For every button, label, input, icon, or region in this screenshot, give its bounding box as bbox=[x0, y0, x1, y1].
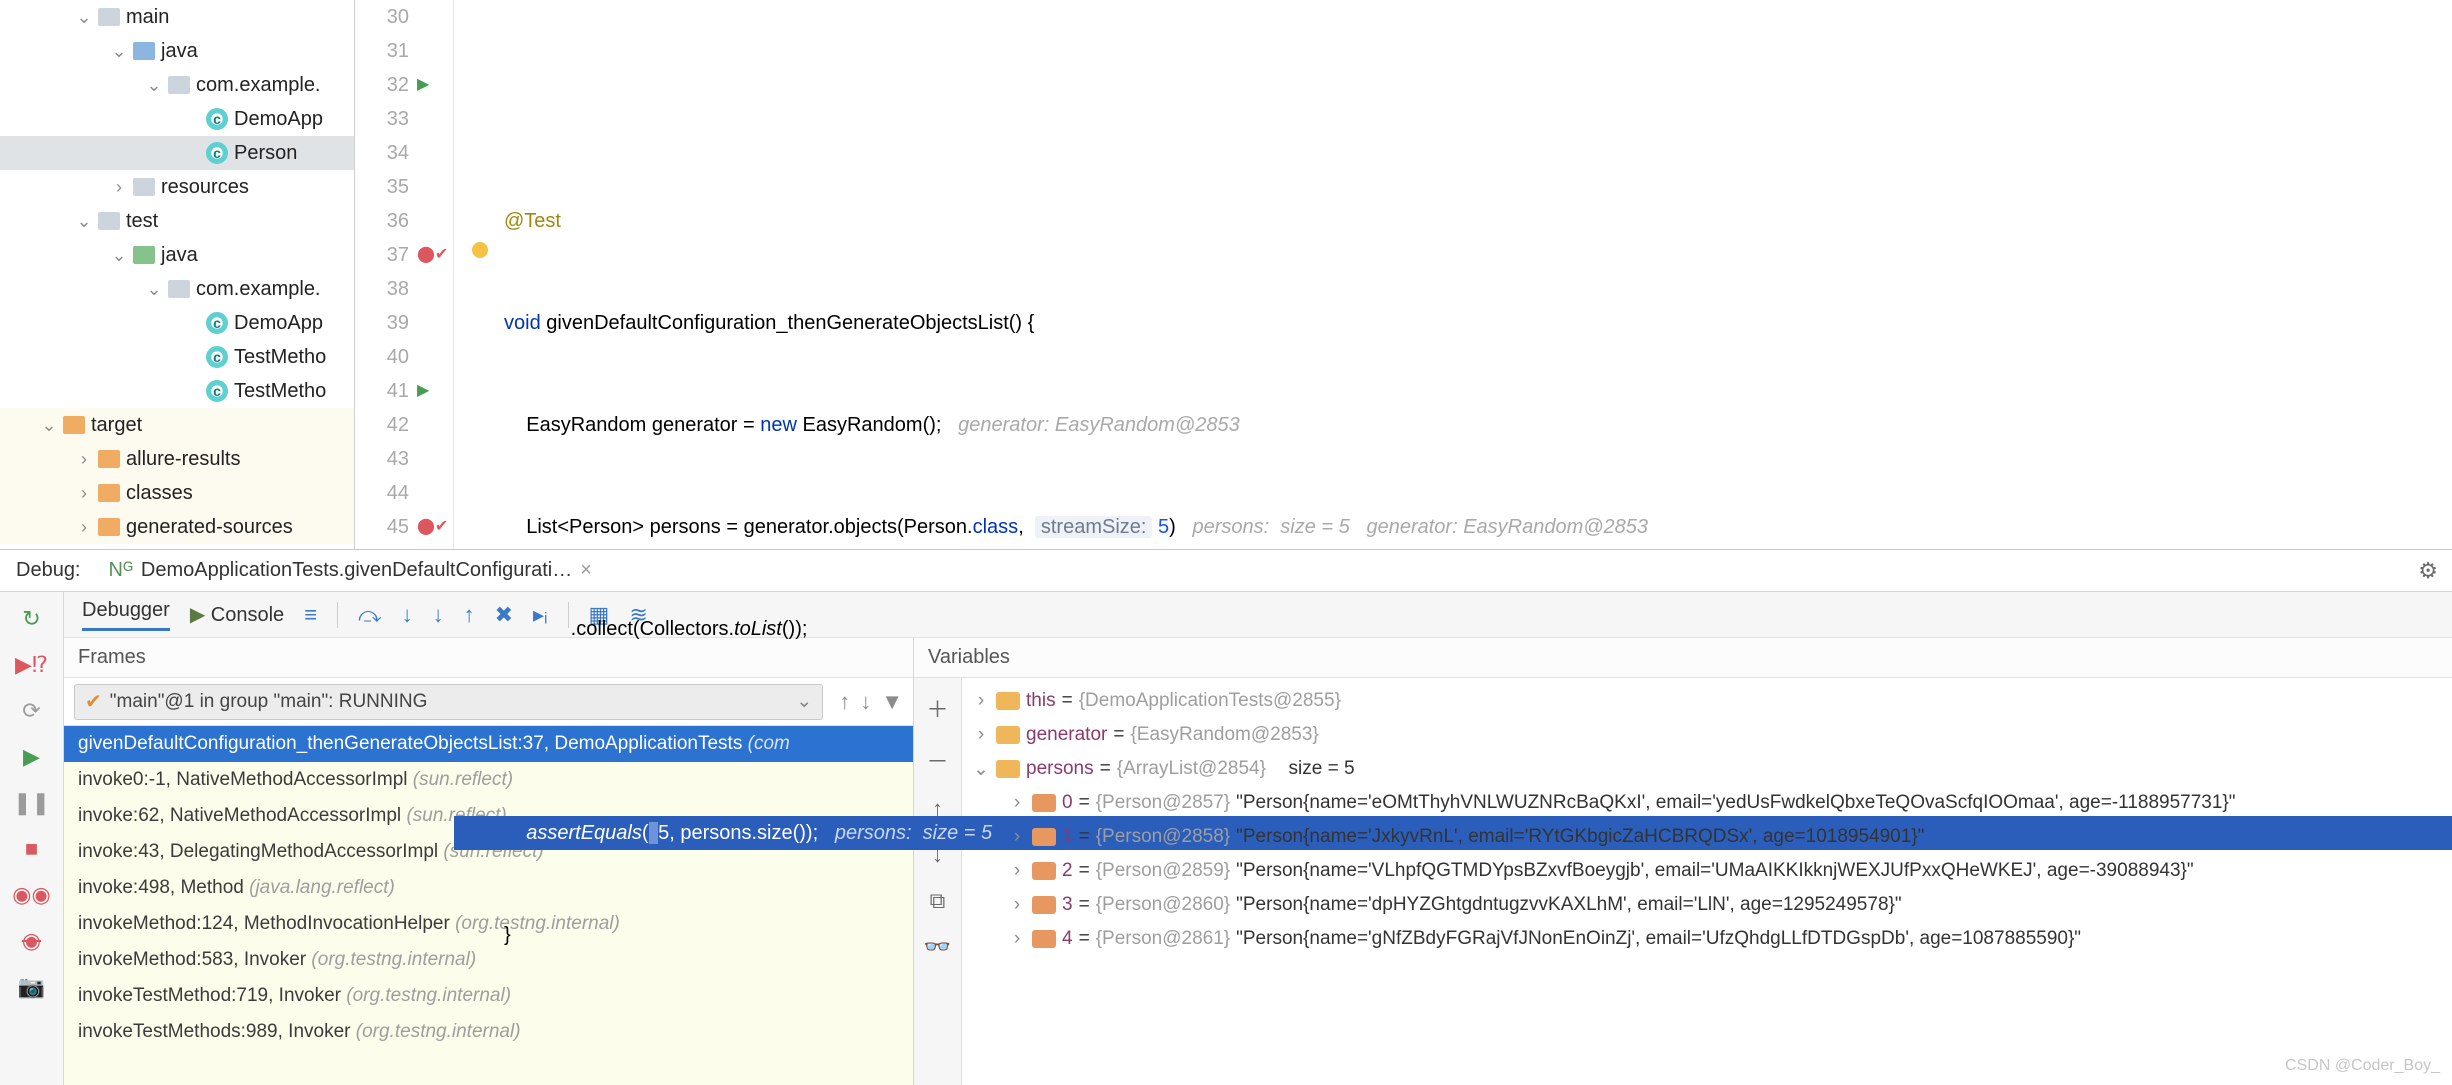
tree-item-testmethod[interactable]: cTestMetho bbox=[0, 340, 354, 374]
class-icon: c bbox=[206, 346, 228, 368]
class-icon: c bbox=[206, 108, 228, 130]
folder-icon bbox=[133, 246, 155, 264]
debug-label: Debug: bbox=[0, 559, 97, 582]
chevron-right-icon[interactable]: › bbox=[76, 483, 92, 504]
chevron-right-icon[interactable]: › bbox=[1008, 928, 1026, 950]
chevron-down-icon[interactable]: ⌄ bbox=[111, 41, 127, 62]
watermark: CSDN @Coder_Boy_ bbox=[2285, 1057, 2440, 1075]
line-numbers: 30313233343536373839404142434445 bbox=[355, 0, 417, 549]
tree-item-target[interactable]: ⌄target bbox=[0, 408, 354, 442]
step-into-icon[interactable]: ↓ bbox=[402, 602, 413, 628]
chevron-right-icon[interactable]: › bbox=[972, 724, 990, 746]
chevron-down-icon[interactable]: ⌄ bbox=[146, 279, 162, 300]
tree-item-test-package[interactable]: ⌄com.example. bbox=[0, 272, 354, 306]
tree-item-java[interactable]: ⌄java bbox=[0, 34, 354, 68]
tree-item-testmethod2[interactable]: cTestMetho bbox=[0, 374, 354, 408]
class-icon: c bbox=[206, 142, 228, 164]
folder-icon bbox=[98, 212, 120, 230]
console-tab[interactable]: ▶ Console bbox=[190, 602, 284, 627]
folder-icon bbox=[168, 76, 190, 94]
toggle-tests-icon[interactable]: ⟳ bbox=[22, 698, 40, 724]
variables-tree[interactable]: ›this = {DemoApplicationTests@2855} ›gen… bbox=[962, 678, 2452, 1085]
chevron-right-icon[interactable]: › bbox=[1008, 894, 1026, 916]
class-icon: c bbox=[206, 312, 228, 334]
tree-item-generated[interactable]: ›generated-sources bbox=[0, 510, 354, 544]
folder-icon bbox=[168, 280, 190, 298]
camera-icon[interactable]: 📷 bbox=[18, 974, 45, 1000]
tree-item-demoapp[interactable]: cDemoApp bbox=[0, 102, 354, 136]
chevron-right-icon[interactable]: › bbox=[1008, 860, 1026, 882]
folder-icon bbox=[98, 518, 120, 536]
chevron-down-icon[interactable]: ⌄ bbox=[76, 211, 92, 232]
code-area[interactable]: @Test void givenDefaultConfiguration_the… bbox=[454, 0, 2452, 549]
folder-icon bbox=[98, 450, 120, 468]
gutter-marks[interactable]: ▶ ⬤✔ ▶ ⬤✔ bbox=[417, 0, 453, 549]
rerun-icon[interactable]: ↻ bbox=[22, 606, 40, 632]
index-icon bbox=[1032, 794, 1056, 812]
chevron-right-icon[interactable]: › bbox=[111, 177, 127, 198]
code-editor[interactable]: 30313233343536373839404142434445 ▶ ⬤✔ ▶ … bbox=[355, 0, 2452, 549]
chevron-down-icon[interactable]: ⌄ bbox=[972, 758, 990, 781]
tree-item-person[interactable]: cPerson bbox=[0, 136, 354, 170]
chevron-right-icon[interactable]: › bbox=[1008, 792, 1026, 814]
chevron-right-icon[interactable]: › bbox=[76, 449, 92, 470]
check-icon: ✔ bbox=[85, 689, 102, 714]
step-over-icon[interactable]: ⤼ bbox=[358, 602, 382, 628]
threads-icon[interactable]: ≡ bbox=[304, 602, 317, 628]
tree-item-demoapptests[interactable]: cDemoApp bbox=[0, 306, 354, 340]
breakpoint-icon[interactable]: ⬤✔ bbox=[417, 518, 448, 535]
index-icon bbox=[1032, 896, 1056, 914]
chevron-down-icon[interactable]: ⌄ bbox=[41, 415, 57, 436]
project-tree[interactable]: ⌄main ⌄java ⌄com.example. cDemoApp cPers… bbox=[0, 0, 355, 549]
var-icon bbox=[996, 692, 1020, 710]
resume-icon[interactable]: ▶ bbox=[23, 744, 40, 770]
tree-item-test-java[interactable]: ⌄java bbox=[0, 238, 354, 272]
var-icon bbox=[996, 726, 1020, 744]
folder-icon bbox=[98, 484, 120, 502]
chevron-down-icon[interactable]: ⌄ bbox=[76, 7, 92, 28]
var-icon bbox=[996, 760, 1020, 778]
variables-pane: Variables ＋ － ↑ ↓ ⧉ 👓 bbox=[914, 638, 2452, 1085]
folder-icon bbox=[133, 42, 155, 60]
pause-icon[interactable]: ❚❚ bbox=[13, 790, 50, 816]
index-icon bbox=[1032, 930, 1056, 948]
chevron-right-icon[interactable]: › bbox=[1008, 826, 1026, 848]
mute-breakpoints-icon[interactable]: ◉ bbox=[22, 928, 41, 954]
stop-icon[interactable]: ■ bbox=[25, 836, 38, 862]
force-step-into-icon[interactable]: ↓ bbox=[433, 602, 444, 628]
class-icon: c bbox=[206, 380, 228, 402]
index-icon bbox=[1032, 862, 1056, 880]
tree-item-package[interactable]: ⌄com.example. bbox=[0, 68, 354, 102]
debugger-tab[interactable]: Debugger bbox=[82, 599, 170, 631]
run-gutter-icon[interactable]: ▶ bbox=[417, 382, 429, 399]
tree-item-test[interactable]: ⌄test bbox=[0, 204, 354, 238]
chevron-right-icon[interactable]: › bbox=[76, 517, 92, 538]
gutter[interactable]: 30313233343536373839404142434445 ▶ ⬤✔ ▶ … bbox=[355, 0, 454, 549]
folder-icon bbox=[133, 178, 155, 196]
chevron-down-icon[interactable]: ⌄ bbox=[111, 245, 127, 266]
tree-item-resources[interactable]: ›resources bbox=[0, 170, 354, 204]
index-icon bbox=[1032, 828, 1056, 846]
folder-icon bbox=[98, 8, 120, 26]
chevron-right-icon[interactable]: › bbox=[972, 690, 990, 712]
debug-side-toolbar: ↻ ▶⁉ ⟳ ▶ ❚❚ ■ ◉◉ ◉ 📷 bbox=[0, 592, 64, 1085]
chevron-down-icon[interactable]: ⌄ bbox=[146, 75, 162, 96]
run-gutter-icon[interactable]: ▶ bbox=[417, 76, 429, 93]
testng-icon: Nᴳ bbox=[109, 559, 133, 582]
folder-icon bbox=[63, 416, 85, 434]
breakpoint-icon[interactable]: ⬤✔ bbox=[417, 246, 448, 263]
rerun-failed-icon[interactable]: ▶⁉ bbox=[15, 652, 48, 678]
tree-item-allure[interactable]: ›allure-results bbox=[0, 442, 354, 476]
execution-point-icon bbox=[472, 242, 488, 258]
tree-item-main[interactable]: ⌄main bbox=[0, 0, 354, 34]
tree-item-classes[interactable]: ›classes bbox=[0, 476, 354, 510]
view-breakpoints-icon[interactable]: ◉◉ bbox=[12, 882, 50, 908]
